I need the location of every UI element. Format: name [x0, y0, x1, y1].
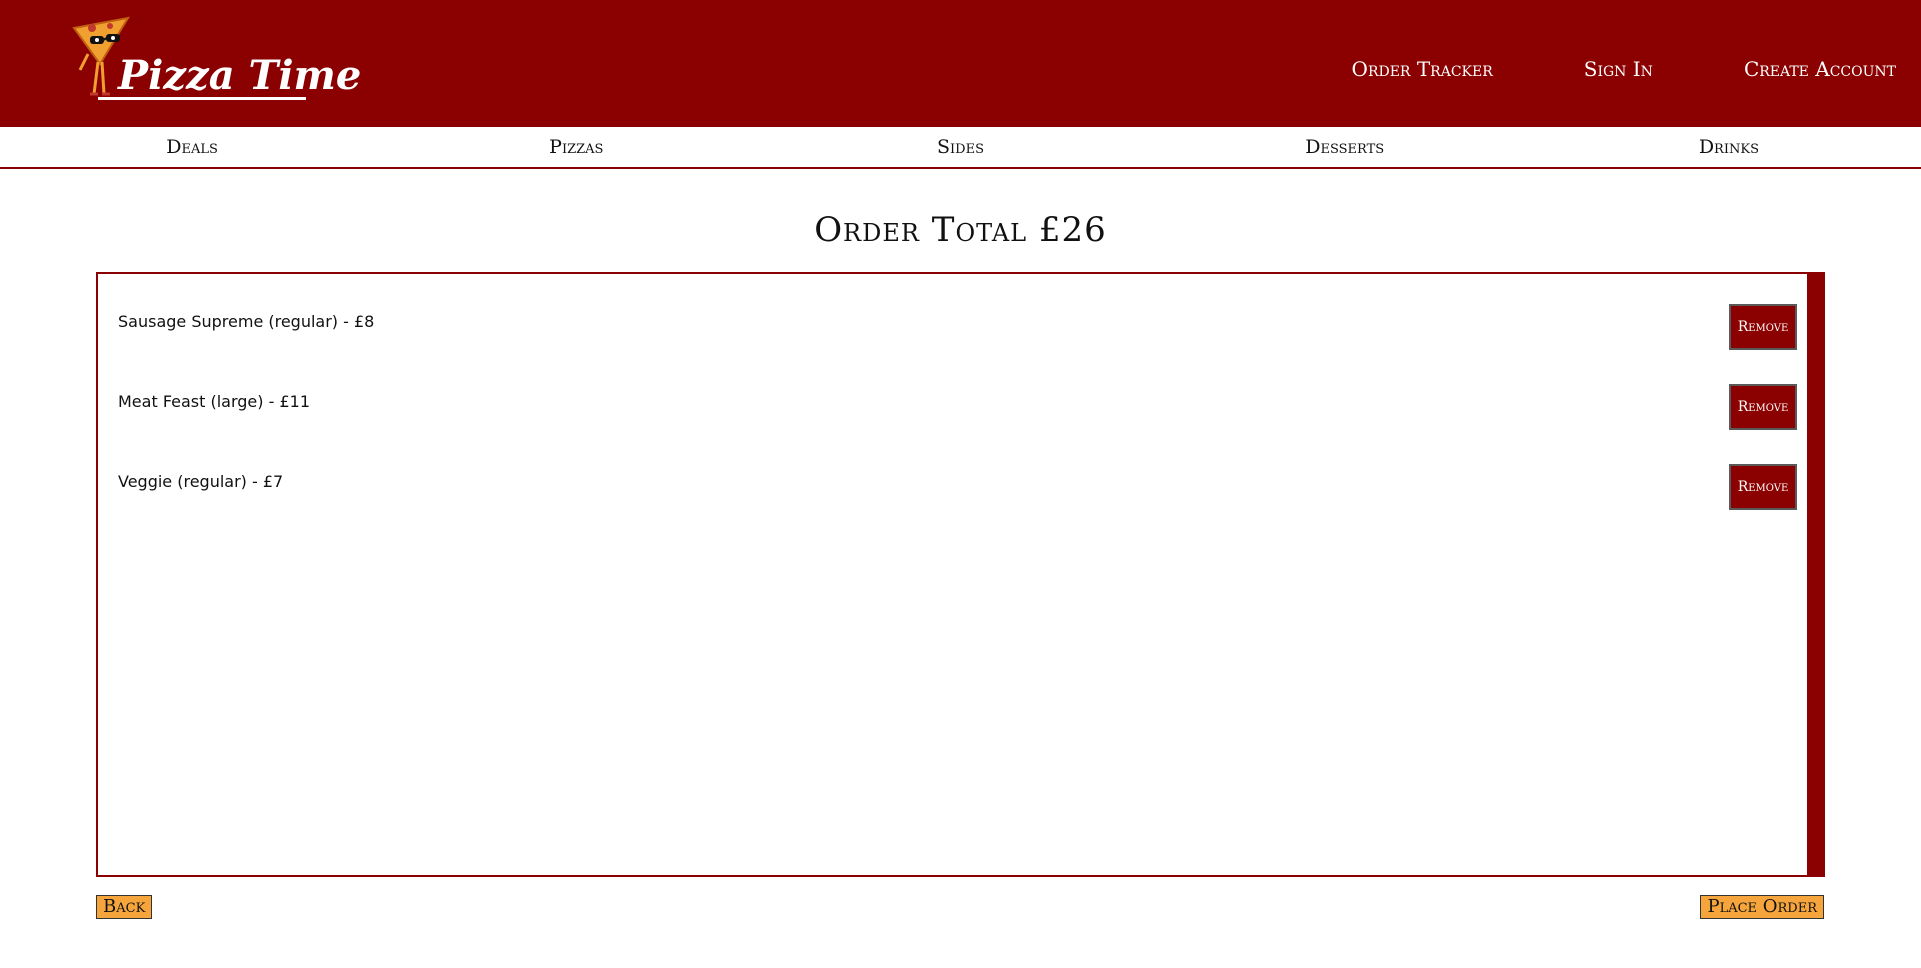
nav-desserts[interactable]: Desserts: [1153, 127, 1537, 167]
create-account-link[interactable]: Create Account: [1744, 56, 1896, 82]
nav-pizzas[interactable]: Pizzas: [384, 127, 768, 167]
site-logo[interactable]: Pizza Time: [70, 14, 361, 104]
order-item: Meat Feast (large) - £11 Remove: [118, 384, 1807, 432]
nav-sides[interactable]: Sides: [768, 127, 1152, 167]
remove-button[interactable]: Remove: [1729, 384, 1797, 430]
back-button[interactable]: Back: [96, 895, 153, 919]
order-item-label: Veggie (regular) - £7: [118, 472, 284, 491]
place-order-button[interactable]: Place Order: [1700, 895, 1824, 919]
site-header: Pizza Time Order Tracker Sign In Create …: [0, 0, 1921, 127]
order-item-label: Meat Feast (large) - £11: [118, 392, 310, 411]
nav-drinks[interactable]: Drinks: [1537, 127, 1921, 167]
remove-button[interactable]: Remove: [1729, 304, 1797, 350]
order-item: Sausage Supreme (regular) - £8 Remove: [118, 304, 1807, 352]
logo-text: Pizza Time: [118, 52, 362, 99]
sign-in-link[interactable]: Sign In: [1584, 56, 1653, 82]
order-list: Sausage Supreme (regular) - £8 Remove Me…: [96, 272, 1825, 877]
order-total: Order Total £26: [814, 210, 1107, 250]
logo-underline: [98, 97, 306, 100]
category-nav: Deals Pizzas Sides Desserts Drinks: [0, 127, 1921, 169]
account-links: Order Tracker Sign In Create Account: [1352, 56, 1896, 82]
nav-deals[interactable]: Deals: [0, 127, 384, 167]
order-item: Veggie (regular) - £7 Remove: [118, 464, 1807, 512]
remove-button[interactable]: Remove: [1729, 464, 1797, 510]
order-tracker-link[interactable]: Order Tracker: [1352, 56, 1493, 82]
order-item-label: Sausage Supreme (regular) - £8: [118, 312, 375, 331]
